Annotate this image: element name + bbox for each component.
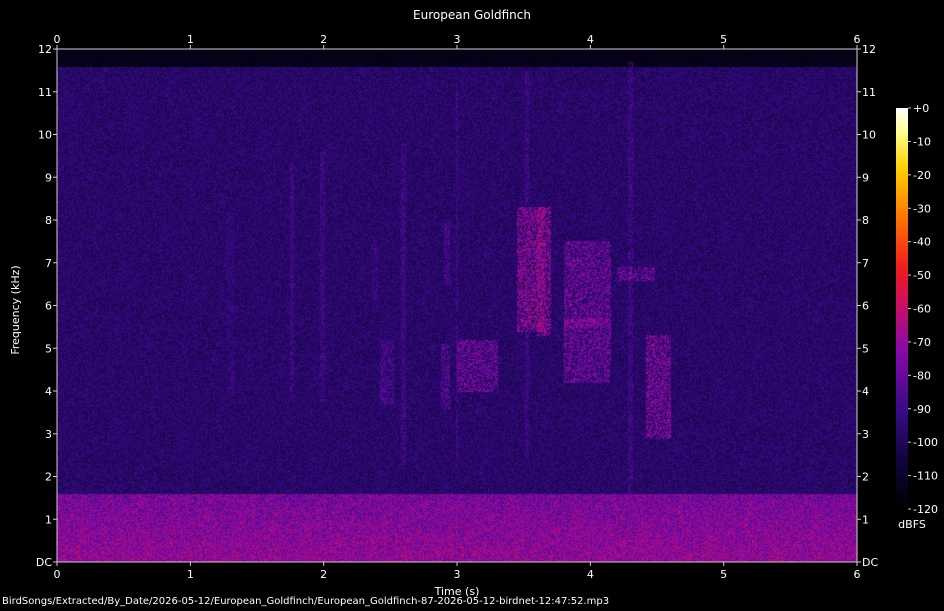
- y-axis-label: Frequency (kHz): [9, 265, 22, 354]
- y-tick-label: 3: [45, 428, 52, 441]
- y-tick-label: 1: [862, 513, 869, 526]
- x-tick-label: 3: [454, 33, 461, 46]
- x-tick-label: 1: [187, 568, 194, 581]
- y-tick-label: 12: [862, 43, 876, 56]
- x-tick-label: 2: [320, 568, 327, 581]
- spectrogram-chart: European Goldfinch 0123456 0123456 DC123…: [9, 8, 938, 598]
- colorbar-tick-label: -50: [913, 269, 931, 282]
- y-tick-label: 8: [862, 214, 869, 227]
- y-tick-label: 12: [38, 43, 52, 56]
- colorbar-tick-label: -60: [913, 303, 931, 316]
- colorbar-tick-label: -20: [913, 169, 931, 182]
- x-tick-label: 5: [720, 568, 727, 581]
- x-tick-label: 4: [587, 33, 594, 46]
- y-tick-label: 4: [862, 385, 869, 398]
- chart-title: European Goldfinch: [413, 8, 531, 22]
- y-tick-label: 6: [862, 300, 869, 313]
- y-tick-label: 10: [862, 129, 876, 142]
- y-ticks-left: DC123456789101112: [36, 43, 57, 569]
- y-tick-label: 10: [38, 129, 52, 142]
- colorbar-tick-label: -80: [913, 369, 931, 382]
- y-tick-label: 9: [45, 171, 52, 184]
- y-tick-label: 7: [862, 257, 869, 270]
- y-tick-label: 8: [45, 214, 52, 227]
- y-tick-label: 1: [45, 513, 52, 526]
- x-tick-label: 5: [720, 33, 727, 46]
- y-tick-label: 2: [862, 471, 869, 484]
- y-tick-label: 4: [45, 385, 52, 398]
- file-path-footer: BirdSongs/Extracted/By_Date/2026-05-12/E…: [2, 596, 610, 607]
- colorbar-tick-label: -110: [913, 470, 938, 483]
- colorbar-ticks: +0 -10 -20 -30 -40 -50 -60 -70 -80 -90 -100 -110 -12…: [908, 102, 938, 516]
- x-ticks-bottom: 0 1 2 3 4 5 6: [54, 562, 861, 581]
- colorbar-tick-label: -100: [913, 436, 938, 449]
- y-tick-label: 7: [45, 257, 52, 270]
- x-tick-label: 4: [587, 568, 594, 581]
- x-tick-label: 6: [854, 33, 861, 46]
- x-tick-label: 2: [320, 33, 327, 46]
- colorbar-tick-label: -40: [913, 236, 931, 249]
- colorbar-tick-label: -90: [913, 403, 931, 416]
- x-tick-label: 0: [54, 568, 61, 581]
- colorbar-tick-label: -120: [913, 503, 938, 516]
- y-tick-label: 11: [38, 86, 52, 99]
- x-tick-label: 6: [854, 568, 861, 581]
- y-tick-label: 5: [45, 342, 52, 355]
- y-tick-label: DC: [862, 556, 878, 569]
- colorbar: [896, 108, 908, 509]
- y-tick-label: 11: [862, 86, 876, 99]
- colorbar-tick-label: -30: [913, 202, 931, 215]
- y-tick-label: DC: [36, 556, 52, 569]
- x-tick-label: 1: [187, 33, 194, 46]
- y-tick-label: 3: [862, 428, 869, 441]
- y-tick-label: 6: [45, 300, 52, 313]
- colorbar-tick-label: -70: [913, 336, 931, 349]
- spectrogram-image: [57, 49, 857, 562]
- colorbar-label: dBFS: [898, 518, 926, 531]
- y-tick-label: 9: [862, 171, 869, 184]
- x-ticks-top: 0 1 2 3 4 5 6: [54, 33, 861, 49]
- y-ticks-right: DC123456789101112: [857, 43, 878, 569]
- colorbar-tick-label: -10: [913, 135, 931, 148]
- y-tick-label: 5: [862, 342, 869, 355]
- y-tick-label: 2: [45, 471, 52, 484]
- x-tick-label: 3: [454, 568, 461, 581]
- colorbar-tick-label: +0: [913, 102, 929, 115]
- x-tick-label: 0: [54, 33, 61, 46]
